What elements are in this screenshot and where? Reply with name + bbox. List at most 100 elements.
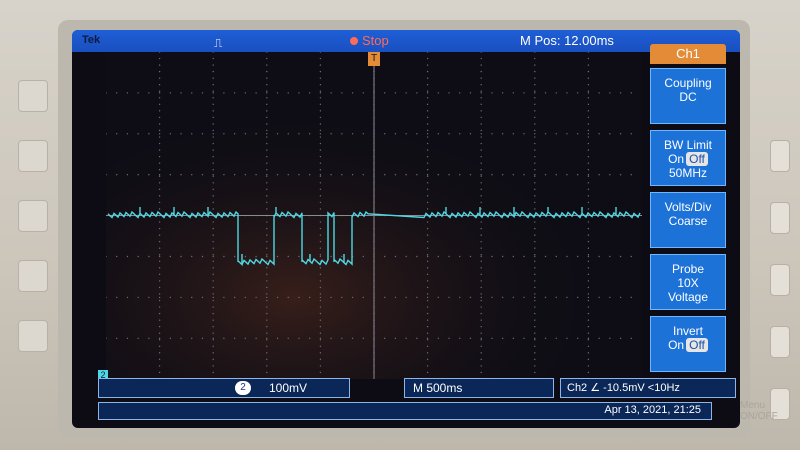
graticule-dot: [405, 337, 407, 339]
graticule-dot: [212, 337, 214, 339]
graticule-dot: [501, 337, 504, 339]
left-key-5[interactable]: [18, 320, 48, 352]
graticule-dot: [416, 92, 418, 94]
graticule-dot: [212, 325, 214, 328]
graticule-dot: [255, 296, 257, 299]
graticule-dot: [319, 345, 322, 347]
left-key-4[interactable]: [18, 260, 48, 292]
graticule-dot: [630, 92, 632, 94]
graticule-dot: [276, 255, 279, 258]
graticule-dot: [534, 174, 536, 176]
graticule-dot: [587, 182, 590, 184]
graticule-dot: [266, 70, 268, 73]
graticule-dot: [501, 92, 504, 94]
graticule-dot: [426, 149, 429, 151]
graticule-dot: [319, 337, 322, 339]
volts-div-button[interactable]: Volts/Div Coarse: [650, 192, 726, 248]
left-key-2[interactable]: [18, 140, 48, 172]
graticule-dot: [544, 133, 547, 135]
graticule-dot: [330, 174, 332, 176]
graticule-dot: [534, 299, 536, 302]
graticule-dot: [319, 358, 322, 361]
horizontal-position: M Pos: 12.00ms: [520, 33, 614, 48]
graticule-dot: [566, 92, 568, 94]
left-key-1[interactable]: [18, 80, 48, 112]
graticule-dot: [587, 299, 590, 302]
graticule-dot: [534, 247, 536, 249]
graticule-dot: [158, 312, 161, 315]
graticule-dot: [480, 149, 482, 151]
graticule-dot: [619, 255, 622, 258]
graticule-dot: [212, 293, 214, 295]
graticule-dot: [212, 339, 214, 341]
graticule-dot: [191, 337, 193, 339]
graticule-dot: [534, 337, 536, 339]
graticule-dot: [426, 174, 429, 176]
menu-onoff-label: Menu ON/OFF: [740, 400, 778, 422]
graticule-dot: [126, 337, 129, 339]
graticule-dot: [480, 312, 482, 315]
bw-limit-button[interactable]: BW Limit On Off 50MHz: [650, 130, 726, 186]
graticule-dot: [448, 296, 450, 299]
graticule-dot: [158, 325, 161, 328]
graticule-dot: [426, 312, 429, 315]
graticule-dot: [480, 116, 482, 119]
graticule-dot: [426, 280, 429, 282]
graticule-dot: [137, 296, 139, 299]
probe-button[interactable]: Probe 10X Voltage: [650, 254, 726, 310]
coupling-button[interactable]: Coupling DC: [650, 68, 726, 124]
graticule-dot: [587, 162, 590, 164]
graticule-dot: [158, 339, 161, 341]
graticule-dot: [308, 133, 311, 135]
graticule-dot: [266, 208, 268, 210]
graticule-dot: [491, 92, 493, 94]
graticule-dot: [212, 188, 214, 191]
graticule-dot: [287, 133, 289, 135]
graticule-dot: [319, 352, 322, 354]
graticule-dot: [480, 240, 482, 243]
graticule-dot: [266, 116, 268, 119]
graticule-dot: [534, 182, 536, 184]
graticule-dot: [169, 92, 172, 94]
graticule-dot: [351, 296, 354, 299]
invert-button[interactable]: Invert On Off: [650, 316, 726, 372]
graticule-dot: [480, 337, 482, 339]
graticule-dot: [212, 155, 214, 158]
graticule-dot: [480, 188, 482, 191]
graticule-dot: [405, 92, 407, 94]
option-key-2[interactable]: [770, 202, 790, 234]
graticule-dot: [480, 365, 482, 367]
graticule-dot: [405, 133, 407, 135]
graticule-dot: [212, 208, 214, 210]
graticule-dot: [587, 136, 590, 138]
datetime: Apr 13, 2021, 21:25: [604, 404, 701, 416]
graticule-dot: [394, 174, 397, 176]
graticule-dot: [587, 319, 590, 321]
graticule-dot: [212, 116, 214, 119]
graticule-dot: [437, 174, 440, 176]
graticule-dot: [587, 84, 590, 86]
graticule-dot: [480, 77, 482, 79]
graticule-dot: [298, 255, 300, 258]
graticule-dot: [298, 133, 300, 135]
graticule-dot: [266, 149, 268, 151]
option-key-3[interactable]: [770, 264, 790, 296]
option-key-4[interactable]: [770, 326, 790, 358]
graticule-dot: [534, 273, 536, 276]
graticule-dot: [480, 254, 482, 256]
option-key-1[interactable]: [770, 140, 790, 172]
graticule-dot: [587, 280, 590, 282]
graticule-dot: [266, 273, 268, 276]
graticule-dot: [212, 162, 214, 164]
graticule-dot: [566, 174, 568, 176]
left-key-3[interactable]: [18, 200, 48, 232]
graticule-dot: [534, 195, 536, 197]
graticule-dot: [587, 293, 590, 295]
graticule-dot: [266, 299, 268, 302]
graticule-dot: [512, 255, 515, 258]
bw-limit-toggle: On Off: [651, 152, 725, 166]
graticule-dot: [426, 227, 429, 230]
graticule-dot: [480, 92, 482, 94]
graticule-dot: [480, 182, 482, 184]
graticule-dot: [201, 337, 204, 339]
